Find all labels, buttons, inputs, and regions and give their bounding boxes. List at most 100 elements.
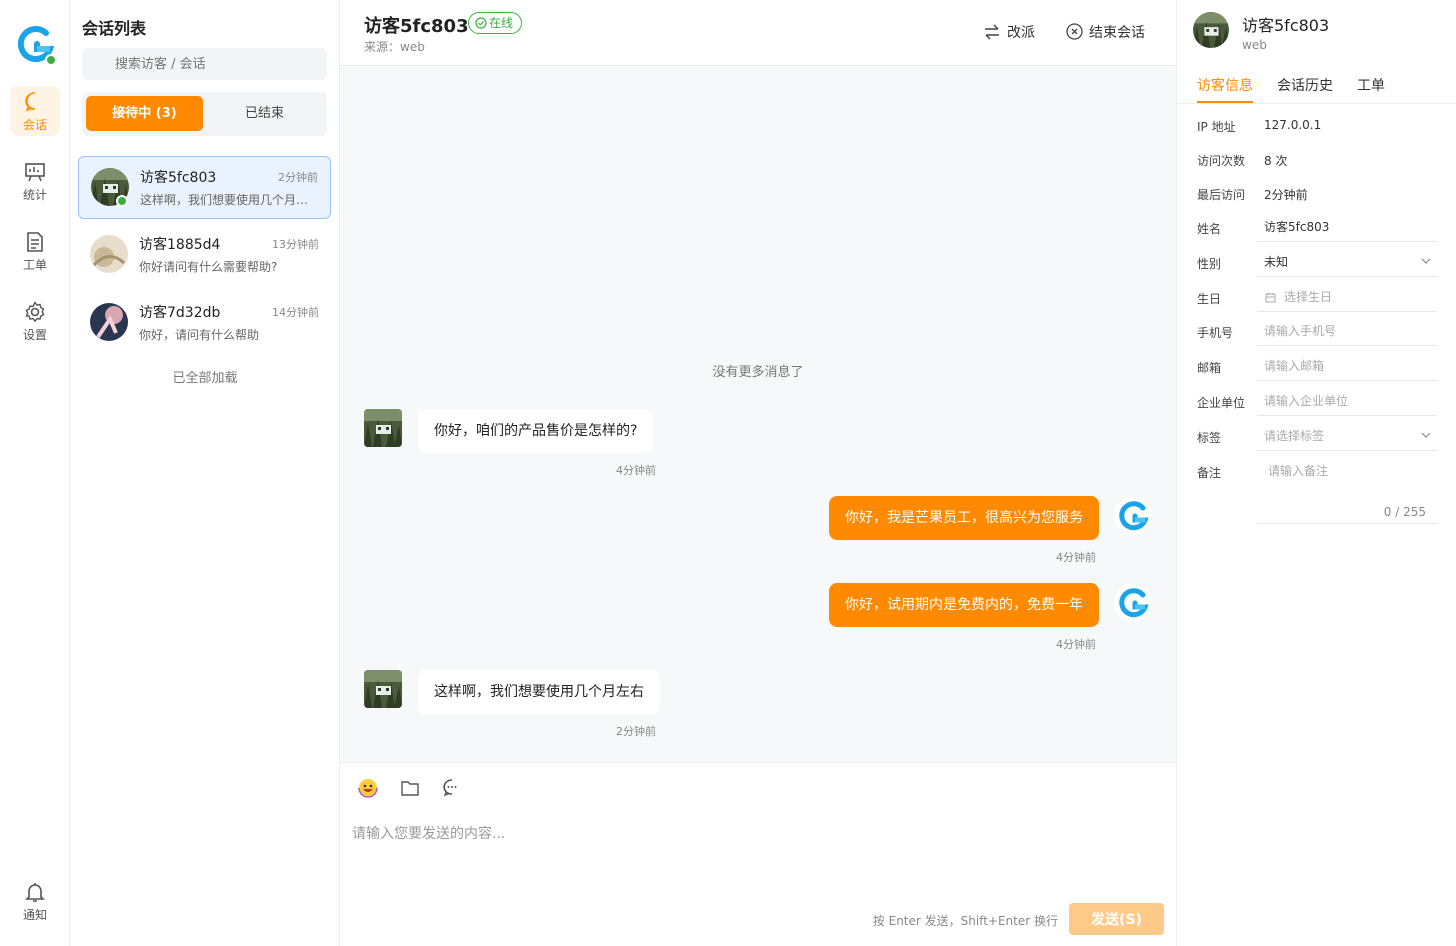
avatar: [90, 303, 128, 341]
nav-item-settings[interactable]: 设置: [10, 296, 60, 346]
tab-visitor-info[interactable]: 访客信息: [1197, 75, 1253, 95]
visitor-name: 访客7d32db: [139, 305, 221, 321]
field-company: 企业单位: [1177, 386, 1456, 420]
tab-in-service[interactable]: 接待中 (3): [86, 96, 203, 131]
conversation-preview: 这样啊，我们想要使用几个月左右: [140, 193, 312, 207]
visitor-name: 访客1885d4: [139, 237, 221, 253]
message-bubble: 你好，试用期内是免费内的，免费一年: [829, 583, 1099, 627]
message-time: 2分钟前: [616, 725, 656, 738]
field-last-visit: 最后访问 2分钟前: [1177, 178, 1456, 212]
avatar: [364, 409, 402, 447]
emoji-icon[interactable]: [357, 777, 379, 799]
message-bubble: 你好，咱们的产品售价是怎样的?: [418, 409, 654, 453]
chat-header: 访客5fc803 在线 来源：web 改派 结束会话: [340, 0, 1176, 66]
field-phone: 手机号: [1177, 316, 1456, 350]
remark-char-count: 0 / 255: [1383, 505, 1426, 519]
field-gender: 性别: [1177, 247, 1456, 281]
list-item[interactable]: 访客1885d4 13分钟前 你好请问有什么需要帮助?: [78, 224, 331, 287]
message-input[interactable]: [352, 823, 1162, 893]
tags-select[interactable]: [1257, 421, 1437, 451]
search-input[interactable]: [82, 48, 327, 80]
field-label: IP 地址: [1197, 120, 1236, 134]
chat-bubble-icon: [25, 92, 36, 112]
nav-item-label: 通知: [22, 908, 47, 922]
status-text: 在线: [489, 16, 514, 30]
company-field[interactable]: [1257, 386, 1437, 416]
tab-session-history[interactable]: 会话历史: [1277, 75, 1333, 95]
nav-item-stats[interactable]: 统计: [10, 156, 60, 206]
conversation-preview: 你好请问有什么需要帮助?: [139, 260, 278, 274]
reassign-button[interactable]: 改派: [983, 22, 1035, 42]
birthday-picker[interactable]: [1257, 282, 1437, 312]
end-session-button[interactable]: 结束会话: [1066, 22, 1145, 42]
swap-icon: [985, 24, 999, 40]
folder-icon[interactable]: [399, 777, 421, 799]
list-title: 会话列表: [82, 19, 147, 38]
quick-reply-icon[interactable]: [441, 777, 463, 799]
field-name: 姓名: [1177, 212, 1456, 246]
chat-source: 来源：web: [364, 40, 425, 54]
nav-item-tickets[interactable]: 工单: [10, 226, 60, 276]
phone-field[interactable]: [1257, 316, 1437, 346]
tab-ended[interactable]: 已结束: [206, 96, 323, 131]
chat-panel: 访客5fc803 在线 来源：web 改派 结束会话 没有更多消息了 你好，咱们…: [340, 0, 1176, 946]
field-label: 备注: [1197, 466, 1222, 480]
message-time: 4分钟前: [616, 464, 656, 477]
reassign-label: 改派: [1007, 25, 1035, 41]
conversation-time: 13分钟前: [272, 238, 319, 251]
avatar: [1193, 12, 1229, 48]
send-button[interactable]: 发送(S): [1069, 903, 1164, 935]
field-email: 邮箱: [1177, 351, 1456, 385]
message-bubble: 你好，我是芒果员工，很高兴为您服务: [829, 496, 1099, 540]
conversation-list-panel: 会话列表 接待中 (3) 已结束 访客5fc803 2分钟前 这样啊，我们想要使…: [70, 0, 340, 946]
nav-item-conversations[interactable]: 会话: [10, 86, 60, 136]
tab-tickets[interactable]: 工单: [1357, 75, 1385, 95]
nav-item-label: 设置: [22, 328, 47, 342]
name-field[interactable]: [1257, 212, 1437, 242]
message-time: 4分钟前: [1056, 551, 1096, 564]
bell-icon: [25, 883, 45, 902]
field-label: 访问次数: [1197, 154, 1246, 168]
agent-avatar: [1113, 496, 1153, 536]
gear-icon: [25, 301, 45, 323]
field-label: 生日: [1197, 292, 1222, 306]
field-value: 8 次: [1264, 154, 1288, 168]
field-label: 最后访问: [1197, 188, 1246, 202]
conversation-time: 2分钟前: [278, 171, 318, 184]
field-tags: 标签: [1177, 421, 1456, 455]
field-ip: IP 地址 127.0.0.1: [1177, 110, 1456, 144]
email-field[interactable]: [1257, 351, 1437, 381]
field-visits: 访问次数 8 次: [1177, 144, 1456, 178]
nav-item-notifications[interactable]: 通知: [10, 876, 60, 926]
all-loaded-text: 已全部加载: [172, 371, 238, 386]
nav-item-label: 会话: [22, 118, 47, 132]
list-item[interactable]: 访客7d32db 14分钟前 你好，请问有什么帮助: [78, 292, 331, 355]
field-label: 手机号: [1197, 326, 1234, 340]
conversation-preview: 你好，请问有什么帮助: [139, 328, 260, 342]
message-time: 4分钟前: [1056, 638, 1096, 651]
app-logo-icon: [17, 26, 57, 66]
profile-source: web: [1242, 38, 1267, 52]
field-birthday: 生日: [1177, 282, 1456, 316]
end-session-label: 结束会话: [1089, 25, 1145, 41]
list-item[interactable]: 访客5fc803 2分钟前 这样啊，我们想要使用几个月左右: [78, 156, 331, 219]
field-label: 姓名: [1197, 222, 1222, 236]
gender-select[interactable]: [1257, 247, 1437, 277]
visitor-name: 访客5fc803: [140, 170, 217, 186]
search-icon: [96, 57, 108, 69]
online-dot: [116, 195, 128, 207]
chevron-down-icon: [1421, 432, 1431, 438]
chevron-down-icon: [1421, 258, 1431, 264]
profile-tabs: 访客信息 会话历史 工单: [1177, 64, 1456, 104]
nav-item-label: 工单: [22, 258, 47, 272]
active-tab-indicator: [1197, 101, 1253, 103]
chart-board-icon: [25, 163, 45, 182]
status-tabs: 接待中 (3) 已结束: [82, 92, 327, 136]
field-value: 2分钟前: [1264, 188, 1308, 202]
field-value: 127.0.0.1: [1264, 118, 1322, 132]
agent-avatar: [1113, 583, 1153, 623]
no-more-messages: 没有更多消息了: [712, 365, 804, 380]
field-label: 标签: [1197, 431, 1222, 445]
message-bubble: 这样啊，我们想要使用几个月左右: [418, 670, 660, 714]
conversation-time: 14分钟前: [272, 306, 319, 319]
